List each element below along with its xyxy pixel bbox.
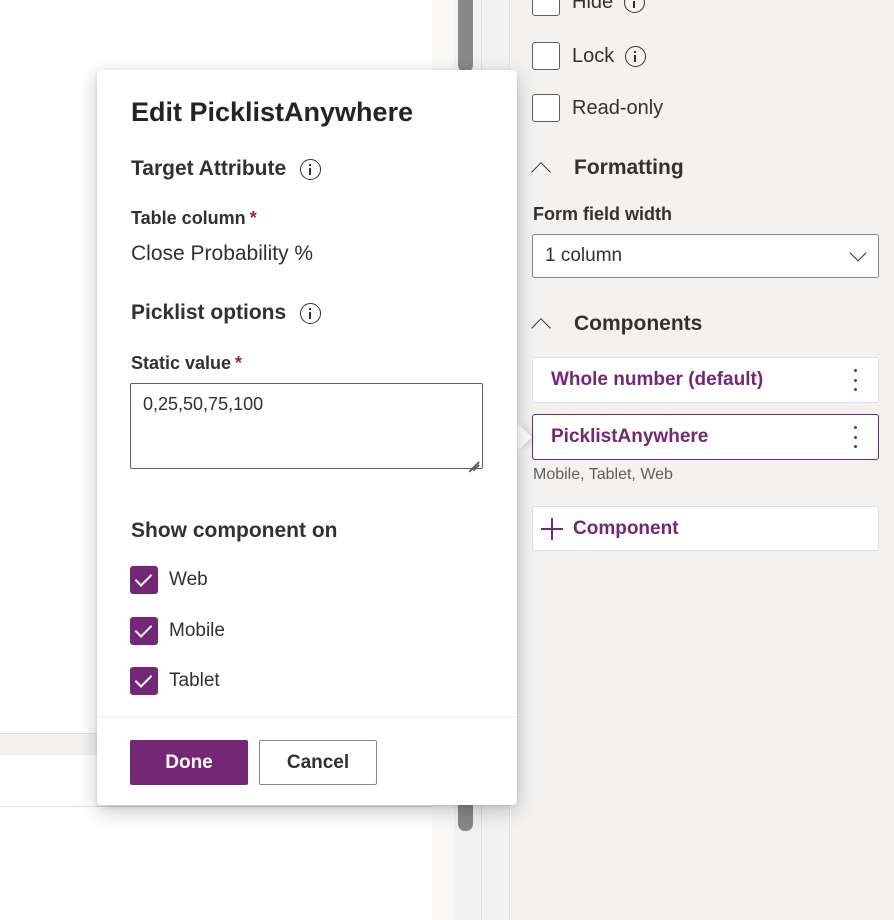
component-label: Whole number (default) bbox=[551, 369, 764, 390]
target-attribute-title: Target Attribute bbox=[131, 157, 287, 180]
required-marker: * bbox=[249, 208, 257, 228]
required-marker: * bbox=[235, 353, 243, 373]
hide-label: Hide bbox=[572, 0, 614, 13]
show-on-mobile-checkbox-row[interactable]: Mobile bbox=[130, 617, 225, 645]
cancel-button[interactable]: Cancel bbox=[259, 740, 377, 785]
show-on-web-checkbox-row[interactable]: Web bbox=[130, 566, 208, 594]
show-component-on-title: Show component on bbox=[131, 519, 338, 542]
web-label: Web bbox=[169, 569, 208, 590]
component-label: PicklistAnywhere bbox=[551, 426, 709, 447]
plus-icon bbox=[541, 517, 563, 540]
hide-checkbox-row[interactable]: Hide bbox=[532, 0, 646, 16]
info-icon[interactable] bbox=[625, 45, 647, 67]
tablet-label: Tablet bbox=[169, 670, 220, 691]
resize-grip-icon[interactable] bbox=[468, 454, 480, 466]
component-card-picklistanywhere[interactable]: PicklistAnywhere bbox=[532, 414, 879, 460]
component-platforms-text: Mobile, Tablet, Web bbox=[533, 466, 673, 483]
target-attribute-heading: Target Attribute bbox=[131, 157, 322, 181]
components-title: Components bbox=[574, 312, 703, 335]
edit-component-popup: Edit PicklistAnywhere Target Attribute T… bbox=[97, 70, 517, 805]
mobile-checkbox[interactable] bbox=[130, 617, 158, 645]
lock-label: Lock bbox=[572, 44, 615, 67]
show-on-tablet-checkbox-row[interactable]: Tablet bbox=[130, 667, 220, 695]
tablet-checkbox[interactable] bbox=[130, 667, 158, 695]
web-checkbox[interactable] bbox=[130, 566, 158, 594]
canvas-divider bbox=[0, 806, 432, 807]
mobile-label: Mobile bbox=[169, 620, 225, 641]
formatting-title: Formatting bbox=[574, 156, 684, 179]
form-field-width-dropdown[interactable]: 1 column bbox=[532, 234, 879, 278]
table-column-label: Table column * bbox=[131, 208, 257, 229]
more-options-icon[interactable] bbox=[854, 426, 858, 448]
done-button[interactable]: Done bbox=[130, 740, 248, 785]
info-icon[interactable] bbox=[300, 302, 322, 324]
properties-pane: Hide Lock Read-only Formatting Form fiel… bbox=[511, 0, 894, 920]
popup-title: Edit PicklistAnywhere bbox=[131, 97, 414, 127]
read-only-checkbox[interactable] bbox=[532, 94, 560, 122]
read-only-label: Read-only bbox=[572, 96, 664, 119]
scrollbar-thumb[interactable] bbox=[458, 0, 473, 72]
form-field-width-value: 1 column bbox=[545, 245, 623, 266]
lock-checkbox[interactable] bbox=[532, 42, 560, 70]
popup-footer-divider bbox=[97, 716, 517, 717]
add-component-button[interactable]: Component bbox=[532, 506, 879, 551]
static-value-label: Static value * bbox=[131, 353, 242, 374]
component-card-whole-number[interactable]: Whole number (default) bbox=[532, 357, 879, 403]
table-column-value: Close Probability % bbox=[131, 242, 314, 265]
chevron-up-icon bbox=[531, 318, 551, 338]
formatting-section-toggle[interactable]: Formatting bbox=[531, 153, 684, 183]
form-field-width-label: Form field width bbox=[533, 204, 672, 224]
static-value-label-text: Static value bbox=[131, 353, 232, 373]
info-icon[interactable] bbox=[624, 0, 646, 13]
hide-checkbox[interactable] bbox=[532, 0, 560, 16]
static-value-input[interactable]: 0,25,50,75,100 bbox=[130, 383, 483, 469]
chevron-down-icon bbox=[849, 244, 867, 262]
info-icon[interactable] bbox=[300, 158, 322, 180]
lock-checkbox-row[interactable]: Lock bbox=[532, 42, 647, 70]
more-options-icon[interactable] bbox=[854, 369, 858, 391]
chevron-up-icon bbox=[531, 162, 551, 182]
picklist-options-heading: Picklist options bbox=[131, 301, 322, 325]
table-column-label-text: Table column bbox=[131, 208, 246, 228]
add-component-label: Component bbox=[573, 517, 679, 539]
static-value-text: 0,25,50,75,100 bbox=[143, 394, 264, 414]
components-section-toggle[interactable]: Components bbox=[531, 309, 703, 339]
show-component-on-heading: Show component on bbox=[131, 519, 337, 543]
picklist-options-title: Picklist options bbox=[131, 301, 287, 324]
read-only-checkbox-row[interactable]: Read-only bbox=[532, 94, 663, 122]
